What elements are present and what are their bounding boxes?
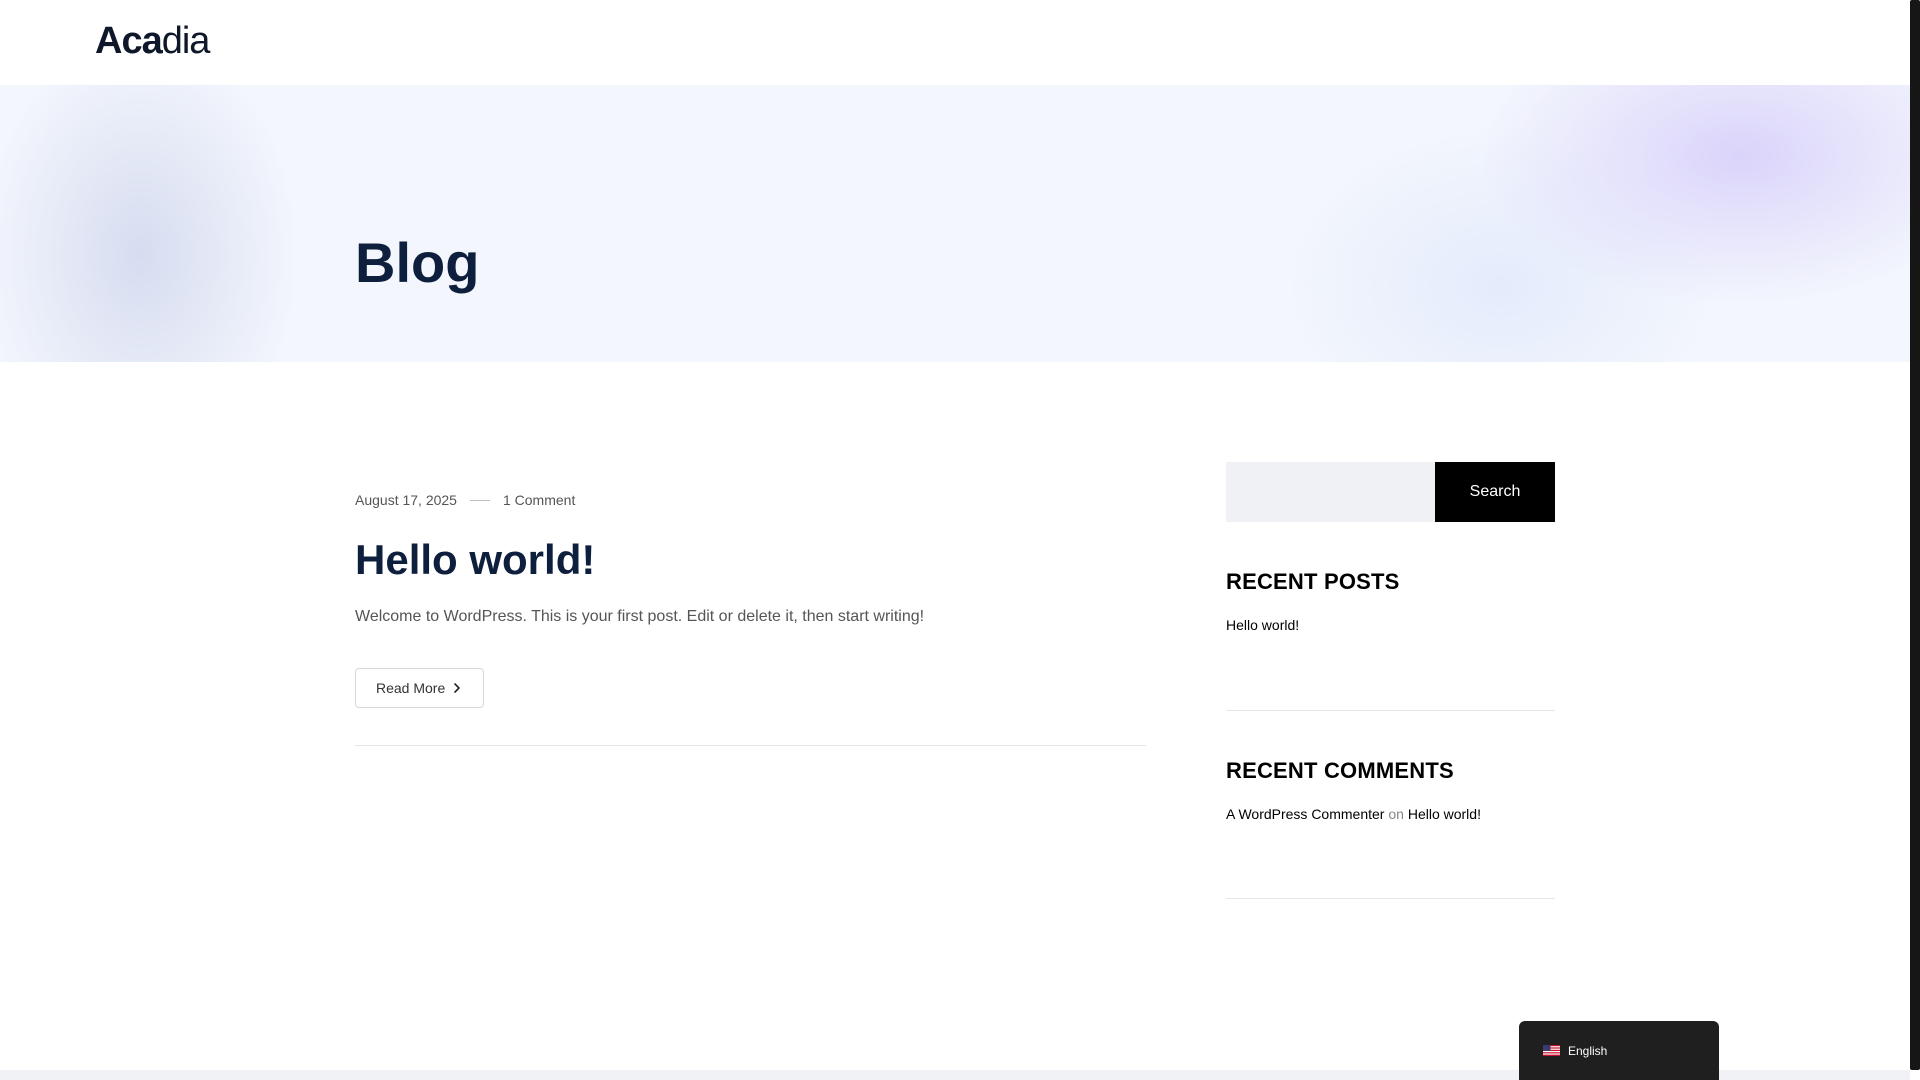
widget-divider [1226, 710, 1555, 711]
post-date[interactable]: August 17, 2025 [355, 492, 457, 508]
page-hero: Blog [0, 85, 1910, 362]
post-title[interactable]: Hello world! [355, 536, 1146, 584]
recent-comments-list: A WordPress Commenter on Hello world! [1226, 806, 1555, 822]
page-scrollbar-track[interactable] [1910, 0, 1920, 1080]
read-more-button[interactable]: Read More [355, 668, 485, 708]
logo-bold-part: Aca [95, 20, 163, 62]
recent-post-link[interactable]: Hello world! [1226, 617, 1299, 633]
recent-posts-title: RECENT POSTS [1226, 569, 1400, 594]
blog-post-card: August 17, 2025 1 Comment Hello world! W… [355, 490, 1146, 708]
list-item: Hello world! [1226, 617, 1555, 633]
page-scrollbar-thumb[interactable] [1910, 0, 1920, 1070]
post-meta: August 17, 2025 1 Comment [355, 490, 1146, 510]
search-form: Search [1226, 462, 1555, 522]
page-title: Blog [355, 231, 480, 294]
site-logo[interactable]: Acadia [95, 20, 211, 62]
recent-posts-widget: RECENT POSTS Hello world! [1226, 569, 1555, 633]
recent-comments-title: RECENT COMMENTS [1226, 758, 1454, 783]
site-header: Acadia [0, 0, 1910, 85]
post-comments-link[interactable]: 1 Comment [503, 492, 575, 508]
recent-posts-list: Hello world! [1226, 617, 1555, 633]
search-button[interactable]: Search [1435, 462, 1555, 522]
language-label: English [1568, 1043, 1608, 1058]
search-input[interactable] [1226, 462, 1435, 522]
comment-on-text: on [1388, 806, 1404, 822]
chevron-right-icon [454, 683, 461, 693]
recent-comments-widget: RECENT COMMENTS A WordPress Commenter on… [1226, 758, 1555, 822]
meta-separator [469, 499, 490, 501]
us-flag-icon [1543, 1045, 1560, 1056]
comment-author-link[interactable]: A WordPress Commenter [1226, 806, 1384, 822]
list-item: A WordPress Commenter on Hello world! [1226, 806, 1555, 822]
language-switcher[interactable]: English [1519, 1021, 1719, 1080]
post-excerpt: Welcome to WordPress. This is your first… [355, 608, 925, 625]
read-more-label: Read More [376, 680, 446, 696]
post-divider [355, 745, 1146, 746]
sidebar: Search RECENT POSTS Hello world! RECENT … [1226, 462, 1555, 899]
comment-post-link[interactable]: Hello world! [1408, 806, 1481, 822]
logo-light-part: dia [161, 20, 211, 62]
widget-divider [1226, 898, 1555, 899]
